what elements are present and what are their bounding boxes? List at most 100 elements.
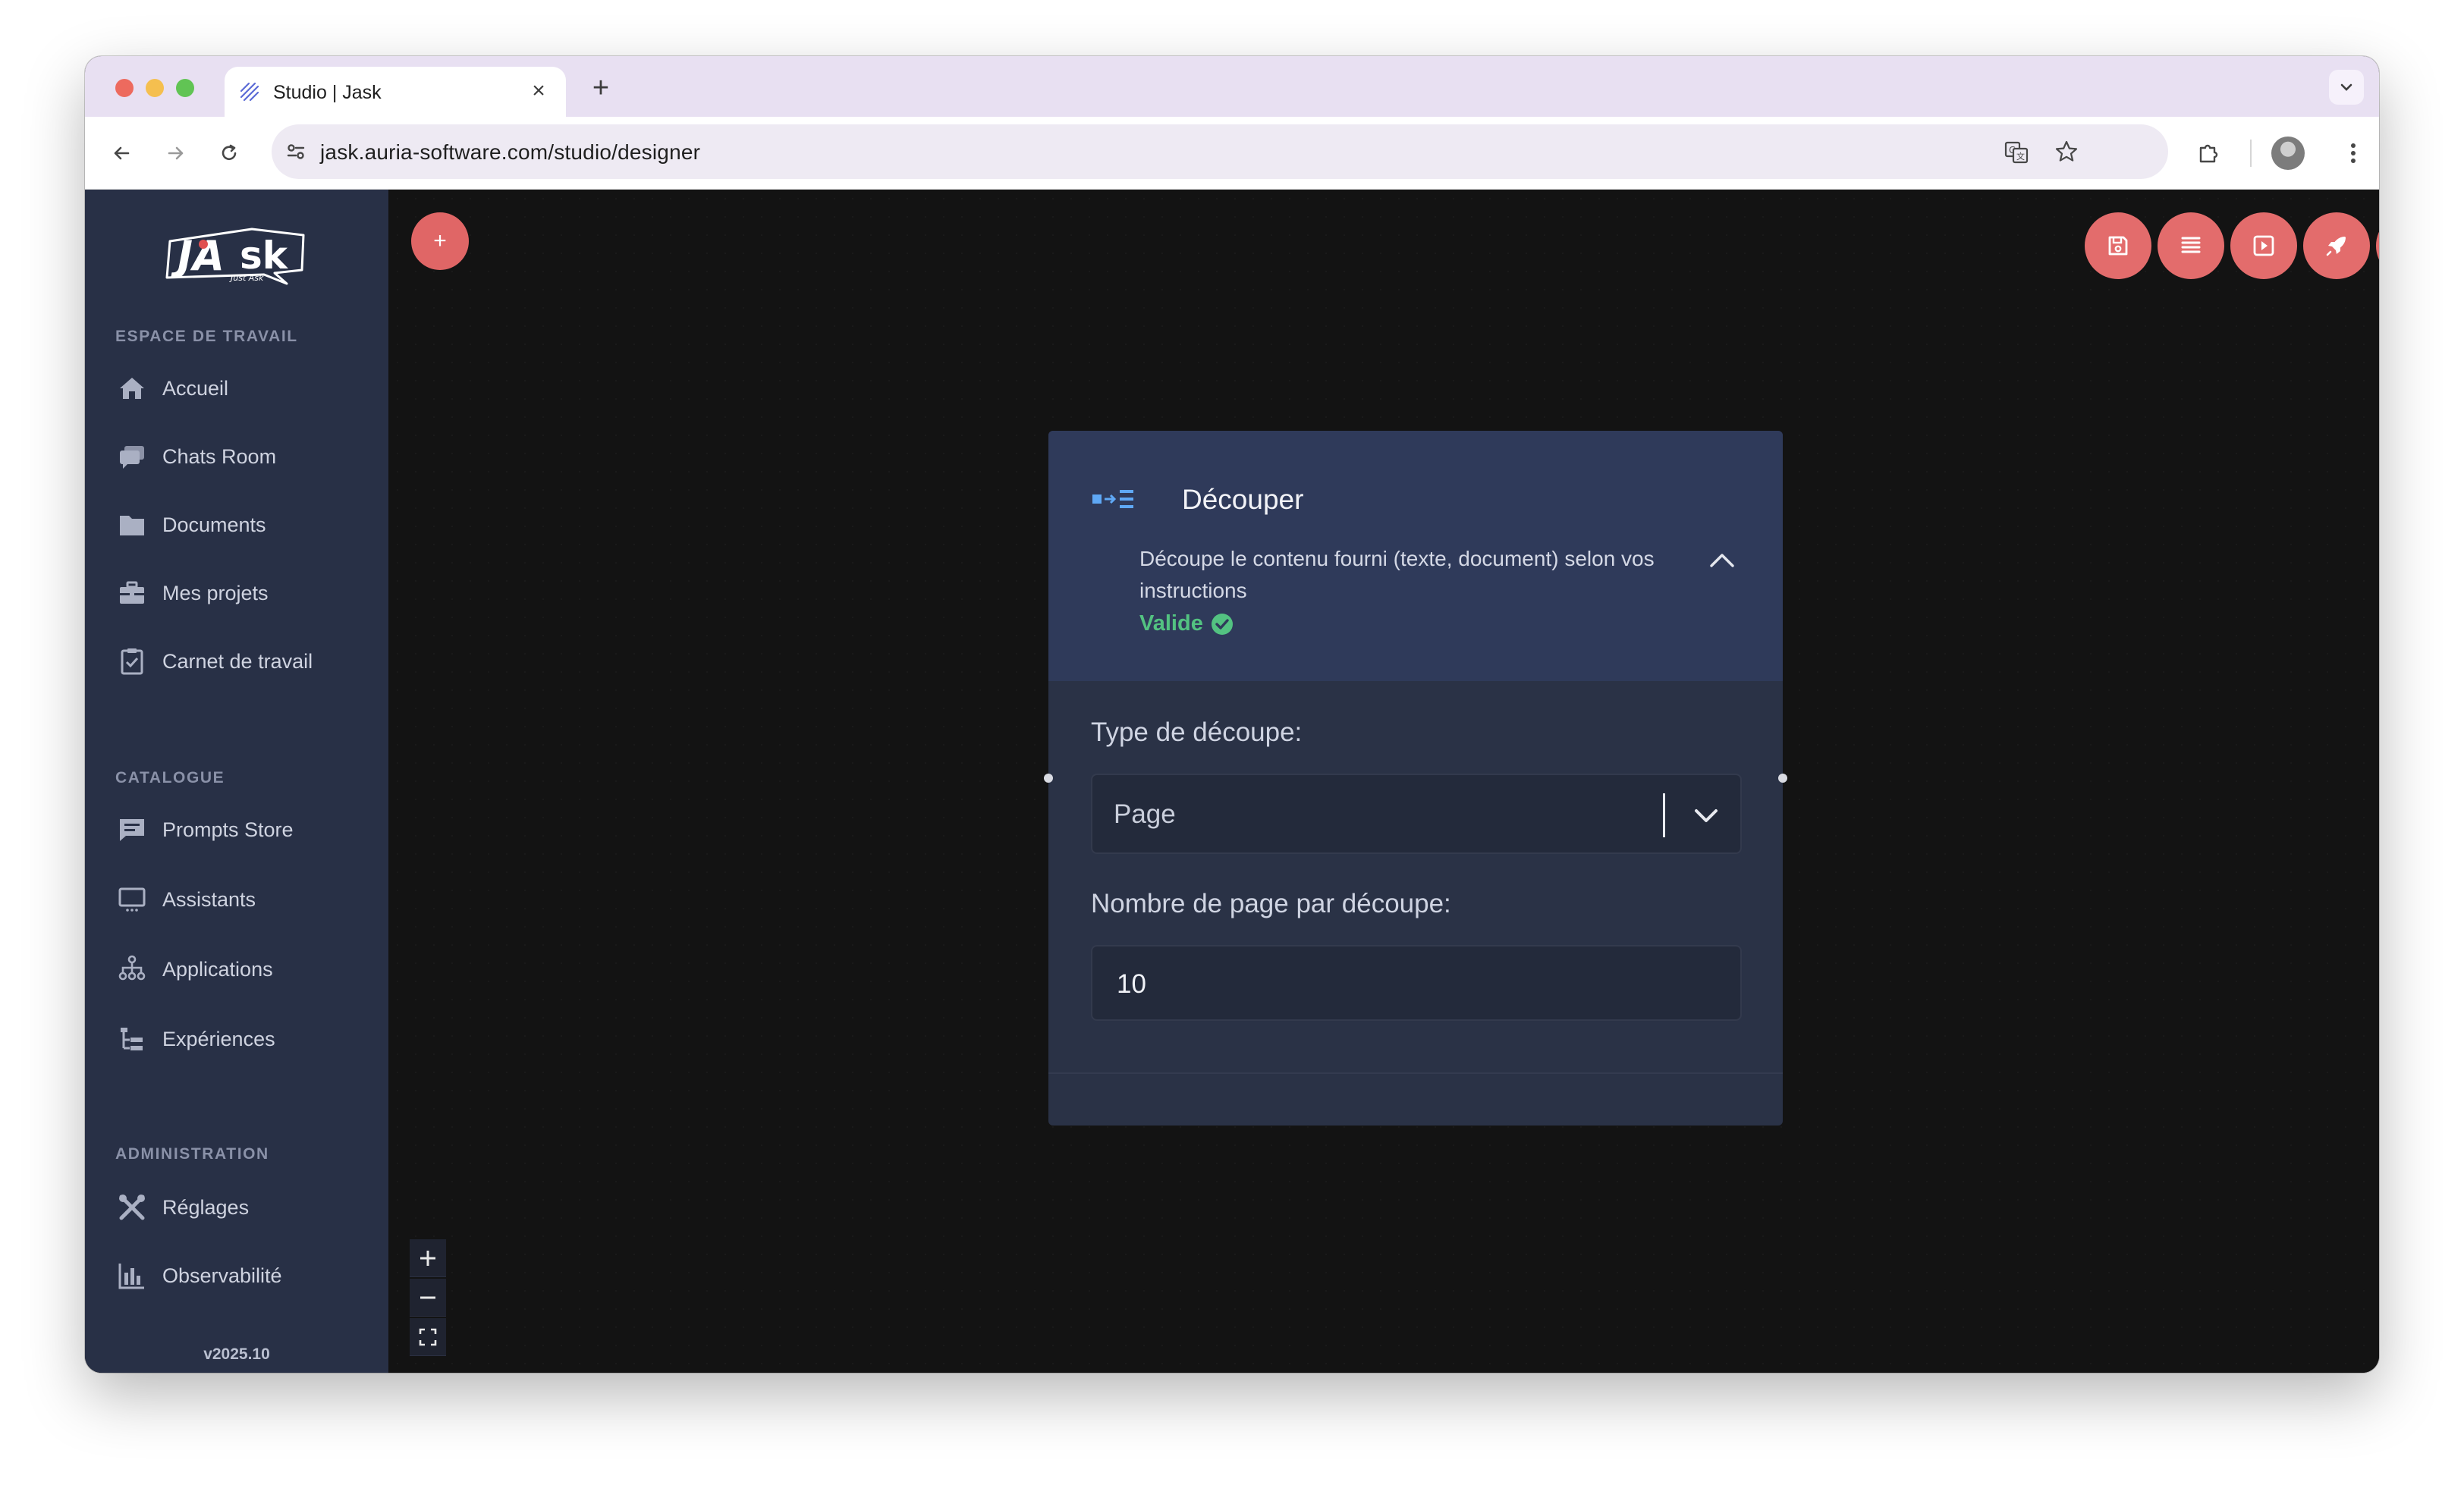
list-icon <box>2181 237 2201 253</box>
node-description: Découpe le contenu fourni (texte, docume… <box>1139 547 1655 602</box>
split-icon <box>1092 490 1133 508</box>
extensions-icon[interactable] <box>2191 135 2227 171</box>
jask-favicon-icon <box>240 82 259 102</box>
chevron-down-icon <box>2340 83 2352 91</box>
sidebar-item-experiences[interactable]: Expériences <box>115 1016 366 1062</box>
pages-per-split-input[interactable]: 10 <box>1091 945 1742 1021</box>
back-button[interactable] <box>103 135 140 171</box>
svg-text:sk: sk <box>240 234 289 278</box>
bookmark-star-icon[interactable] <box>2053 138 2080 165</box>
tools-icon <box>115 1191 149 1224</box>
add-node-button[interactable]: + <box>411 212 469 270</box>
section-label-administration: ADMINISTRATION <box>115 1145 269 1163</box>
sidebar-item-assistants[interactable]: Assistants <box>115 877 366 922</box>
save-icon <box>2108 236 2128 256</box>
sidebar-item-applications[interactable]: Applications <box>115 947 366 992</box>
sidebar-item-mes-projets[interactable]: Mes projets <box>115 570 366 616</box>
folder-icon <box>115 508 149 542</box>
section-label-workspace: ESPACE DE TRAVAIL <box>115 328 298 345</box>
sidebar-item-label: Chats Room <box>162 444 277 468</box>
status-text: Valide <box>1139 611 1203 636</box>
zoom-in-button[interactable] <box>410 1239 446 1277</box>
run-button[interactable] <box>2376 212 2379 279</box>
browser-tab[interactable]: Studio | Jask × <box>225 67 566 117</box>
sidebar-item-label: Prompts Store <box>162 818 294 841</box>
split-type-label: Type de découpe: <box>1091 717 1303 747</box>
sidebar-item-label: Documents <box>162 513 266 536</box>
designer-canvas[interactable]: + Découper Découpe le contenu fourni (te… <box>388 190 2379 1373</box>
url-text: jask.auria-software.com/studio/designer <box>320 140 701 164</box>
tree-list-icon <box>115 1022 149 1056</box>
node-title: Découper <box>1182 484 1304 515</box>
profile-avatar[interactable] <box>2271 137 2305 170</box>
svg-text:Just Ask: Just Ask <box>229 273 264 283</box>
list-button[interactable] <box>2158 212 2224 279</box>
minimize-window-button[interactable] <box>146 79 164 97</box>
new-tab-button[interactable]: + <box>586 73 616 103</box>
chat-icon <box>115 440 149 473</box>
pages-per-split-value: 10 <box>1117 969 1146 999</box>
reload-icon <box>222 144 237 160</box>
browser-toolbar: jask.auria-software.com/studio/designer … <box>85 117 2379 190</box>
sidebar-item-label: Mes projets <box>162 581 269 604</box>
sidebar-item-label: Observabilité <box>162 1264 282 1287</box>
address-bar[interactable]: jask.auria-software.com/studio/designer … <box>272 124 2168 179</box>
tab-list-button[interactable] <box>2329 70 2364 105</box>
translate-icon[interactable]: G文 <box>2003 138 2030 165</box>
clipboard-check-icon <box>115 645 149 678</box>
save-button[interactable] <box>2085 212 2151 279</box>
preview-icon <box>2253 235 2274 256</box>
select-separator <box>1663 793 1665 837</box>
sidebar-item-label: Applications <box>162 957 273 981</box>
sidebar-item-label: Accueil <box>162 376 229 400</box>
sidebar-item-label: Réglages <box>162 1195 250 1219</box>
sidebar-item-prompts-store[interactable]: Prompts Store <box>115 807 366 852</box>
monitor-icon <box>115 883 149 916</box>
chevron-down-icon[interactable] <box>1689 798 1724 833</box>
close-window-button[interactable] <box>115 79 134 97</box>
hierarchy-icon <box>115 953 149 986</box>
minus-icon <box>420 1296 435 1298</box>
reload-button[interactable] <box>211 135 247 171</box>
sidebar-item-reglages[interactable]: Réglages <box>115 1185 366 1230</box>
message-icon <box>115 813 149 846</box>
app-root: JA sk Just Ask ESPACE DE TRAVAIL Accueil… <box>85 190 2379 1373</box>
node-output-handle[interactable] <box>1778 774 1787 783</box>
browser-menu-icon[interactable] <box>2335 135 2371 171</box>
sidebar-item-accueil[interactable]: Accueil <box>115 366 366 411</box>
split-node-card[interactable]: Découper Découpe le contenu fourni (text… <box>1048 431 1783 1126</box>
sidebar-item-label: Expériences <box>162 1027 275 1050</box>
sidebar-item-label: Assistants <box>162 887 256 911</box>
sidebar-item-chats-room[interactable]: Chats Room <box>115 434 366 479</box>
sidebar-item-label: Carnet de travail <box>162 649 313 673</box>
deploy-button[interactable] <box>2303 212 2370 279</box>
sidebar-item-carnet-de-travail[interactable]: Carnet de travail <box>115 639 366 684</box>
check-circle-icon <box>1211 613 1233 635</box>
maximize-window-button[interactable] <box>176 79 194 97</box>
tab-title: Studio | Jask <box>273 82 382 103</box>
browser-window: Studio | Jask × + jask.auria-software.co… <box>85 56 2379 1373</box>
app-version: v2025.10 <box>203 1345 270 1363</box>
node-status: Valide <box>1139 611 1234 636</box>
svg-text:文: 文 <box>2016 151 2025 162</box>
section-label-catalogue: CATALOGUE <box>115 769 225 786</box>
toolbar-divider <box>2250 140 2252 167</box>
home-icon <box>115 372 149 405</box>
rocket-icon <box>2326 237 2346 256</box>
jask-logo[interactable]: JA sk Just Ask <box>161 223 310 288</box>
forward-button[interactable] <box>158 135 194 171</box>
sidebar: JA sk Just Ask ESPACE DE TRAVAIL Accueil… <box>85 190 388 1373</box>
preview-button[interactable] <box>2230 212 2297 279</box>
sidebar-item-observabilite[interactable]: Observabilité <box>115 1253 366 1298</box>
close-tab-icon[interactable]: × <box>525 77 552 105</box>
sidebar-item-documents[interactable]: Documents <box>115 502 366 548</box>
site-settings-icon[interactable] <box>284 140 308 164</box>
briefcase-icon <box>115 576 149 610</box>
split-type-select[interactable]: Page <box>1091 774 1742 854</box>
node-header: Découper Découpe le contenu fourni (text… <box>1048 431 1783 681</box>
chevron-up-icon[interactable] <box>1707 545 1737 575</box>
arrow-left-icon <box>114 146 130 160</box>
node-input-handle[interactable] <box>1044 774 1053 783</box>
zoom-out-button[interactable] <box>410 1279 446 1317</box>
fit-view-button[interactable] <box>410 1318 446 1356</box>
